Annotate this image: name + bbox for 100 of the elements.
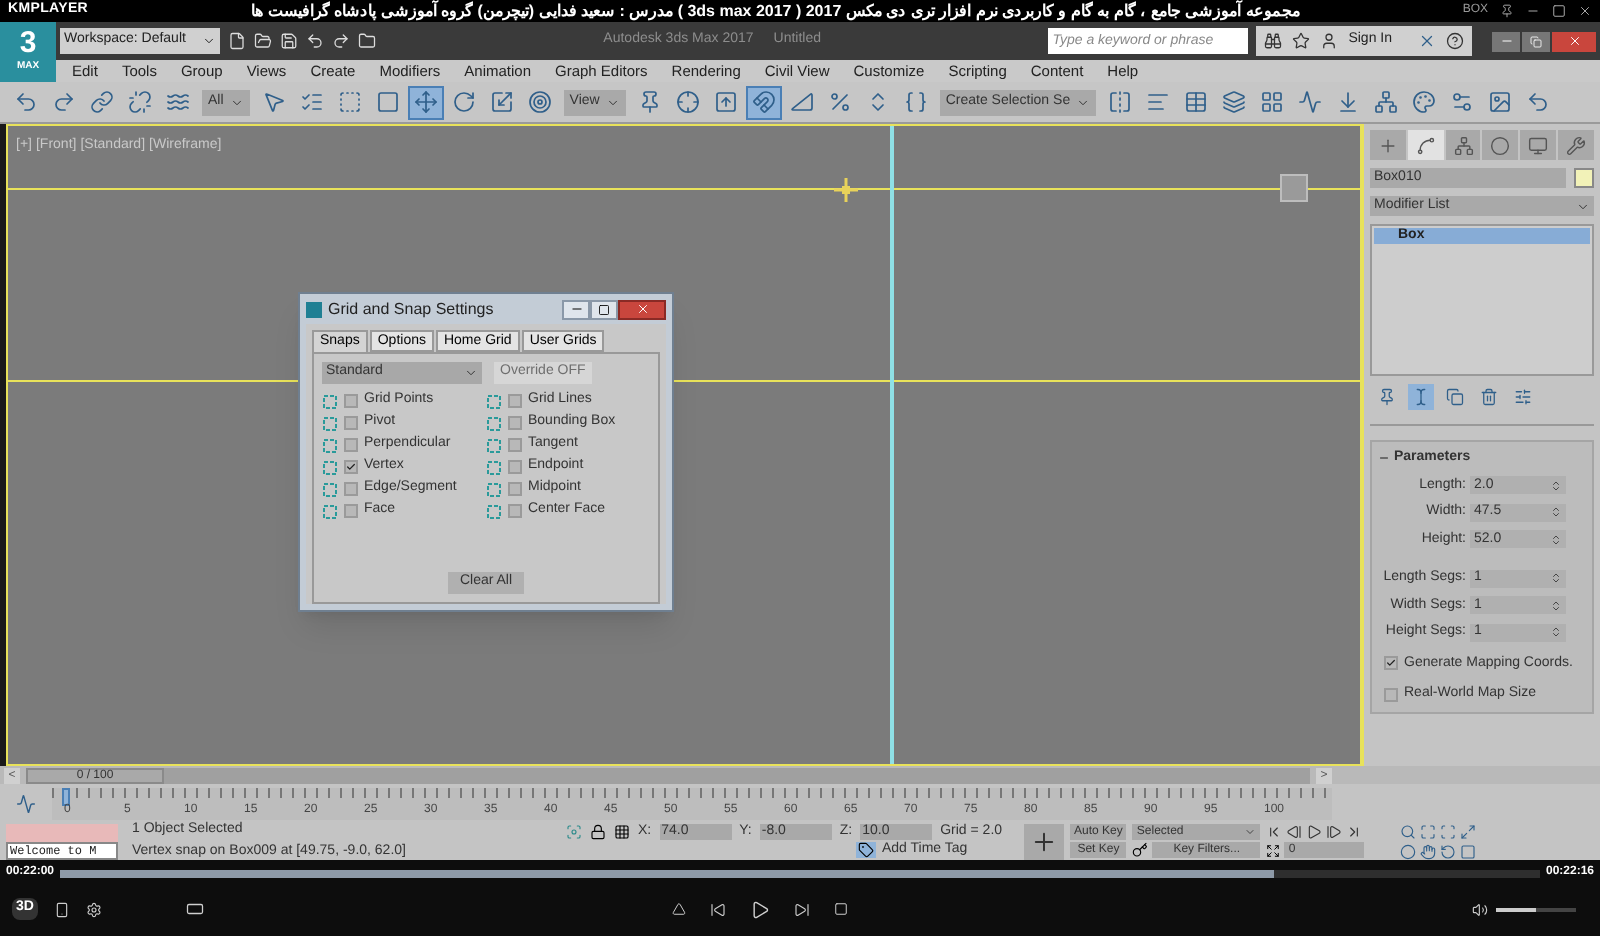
grid-icon xyxy=(614,824,630,840)
minimize-icon xyxy=(1526,4,1540,18)
sliders-icon xyxy=(1450,90,1475,114)
square-icon xyxy=(375,90,400,114)
curve-icon xyxy=(16,793,36,813)
maximize-icon xyxy=(1420,823,1437,839)
maximize-button[interactable] xyxy=(590,299,618,319)
caret-icon xyxy=(229,95,244,109)
checkbox[interactable] xyxy=(508,460,522,474)
scale-icon xyxy=(489,90,514,114)
maximize-icon xyxy=(1552,4,1566,18)
checkbox[interactable] xyxy=(344,460,358,474)
color-swatch[interactable] xyxy=(1574,168,1594,188)
time-marker xyxy=(62,787,70,805)
close-button[interactable] xyxy=(1552,31,1596,51)
triangle-icon xyxy=(789,90,814,114)
plus-key-icon xyxy=(1030,827,1059,855)
stack-tool-button[interactable] xyxy=(1510,384,1536,410)
trash-icon xyxy=(1480,388,1498,406)
panel-tab[interactable] xyxy=(1407,130,1444,160)
panel-tab[interactable] xyxy=(1482,130,1519,160)
pin-icon xyxy=(1500,4,1514,18)
layers-icon xyxy=(1222,90,1247,114)
toolbar-button[interactable] xyxy=(407,85,444,119)
expand-icon xyxy=(1266,843,1281,857)
stack-tool-button[interactable] xyxy=(1408,384,1434,410)
panel-tab[interactable] xyxy=(1558,130,1594,160)
stack-tool-button[interactable] xyxy=(1476,384,1502,410)
settings-icon xyxy=(85,901,102,917)
redo-icon xyxy=(52,90,76,114)
snap-marker-icon xyxy=(486,415,502,431)
step-forward-icon xyxy=(1326,824,1343,840)
stack-tool-button[interactable] xyxy=(1442,384,1468,410)
dialog-title: Grid and Snap Settings xyxy=(328,297,496,321)
search-icon xyxy=(1400,823,1417,839)
network-icon xyxy=(1374,90,1399,114)
step-back-icon xyxy=(1286,824,1303,840)
checkbox[interactable] xyxy=(508,482,522,496)
cursor-icon xyxy=(261,90,286,114)
panel-tab[interactable] xyxy=(1520,130,1557,160)
snap-marker-icon xyxy=(322,415,338,431)
star-icon xyxy=(1292,32,1311,50)
panel-tab[interactable] xyxy=(1445,130,1481,160)
undo-icon xyxy=(306,32,324,50)
app-logo-icon xyxy=(306,301,322,317)
binoculars-icon xyxy=(1264,32,1283,50)
checkbox[interactable] xyxy=(344,482,358,496)
user-icon xyxy=(1320,32,1339,50)
collapse-icon xyxy=(1378,452,1390,465)
caret-icon xyxy=(1576,199,1590,213)
minimize-button[interactable] xyxy=(562,299,590,319)
orbit-icon xyxy=(1440,843,1457,859)
progress-track[interactable] xyxy=(60,869,1540,877)
checkbox[interactable] xyxy=(344,438,358,452)
checkbox[interactable] xyxy=(508,438,522,452)
snap-marker-icon xyxy=(486,481,502,497)
sliders-icon xyxy=(1514,388,1532,406)
rectangle-icon xyxy=(185,900,204,918)
checkbox[interactable] xyxy=(1384,656,1398,671)
script-input-field[interactable] xyxy=(6,823,118,841)
arrow-box-icon xyxy=(713,90,738,114)
snap-marker-icon xyxy=(322,393,338,409)
circle-icon xyxy=(1490,135,1511,155)
snap-marker-icon xyxy=(322,459,338,475)
toolbar-button[interactable] xyxy=(745,85,782,119)
wrench-icon xyxy=(1566,135,1587,155)
undo-icon xyxy=(1526,90,1551,114)
restore-button[interactable] xyxy=(1522,31,1550,51)
lock-icon xyxy=(590,824,606,840)
checkbox[interactable] xyxy=(508,504,522,518)
volume-icon xyxy=(1472,901,1488,917)
pin-icon xyxy=(1378,388,1396,406)
set-key-button[interactable] xyxy=(1024,823,1065,859)
caret-icon xyxy=(464,366,478,380)
folder-icon xyxy=(358,32,376,50)
last-frame-icon xyxy=(1346,824,1363,840)
graph-icon xyxy=(1298,90,1323,114)
restore-icon xyxy=(1530,35,1542,47)
stop-icon xyxy=(834,902,848,916)
checkbox[interactable] xyxy=(508,416,522,430)
snap-marker-icon xyxy=(322,481,338,497)
caret-icon xyxy=(1244,826,1257,838)
tag-icon xyxy=(858,842,874,858)
checkbox[interactable] xyxy=(344,416,358,430)
broken-link-icon xyxy=(128,90,152,114)
close-button[interactable] xyxy=(618,299,666,319)
maximize-icon xyxy=(598,303,610,315)
checkbox[interactable] xyxy=(508,394,522,408)
redo-icon xyxy=(332,32,350,50)
plus-icon xyxy=(1377,135,1398,155)
checkbox[interactable] xyxy=(1384,687,1398,702)
checkbox[interactable] xyxy=(344,394,358,408)
braces-icon xyxy=(903,90,928,114)
monitor-icon xyxy=(1528,135,1549,155)
save-icon xyxy=(280,32,298,50)
checkbox[interactable] xyxy=(344,504,358,518)
minimize-button[interactable] xyxy=(1492,31,1520,51)
panel-tab[interactable] xyxy=(1370,130,1406,160)
align-icon xyxy=(1146,90,1171,114)
crosshair-icon xyxy=(675,90,700,114)
